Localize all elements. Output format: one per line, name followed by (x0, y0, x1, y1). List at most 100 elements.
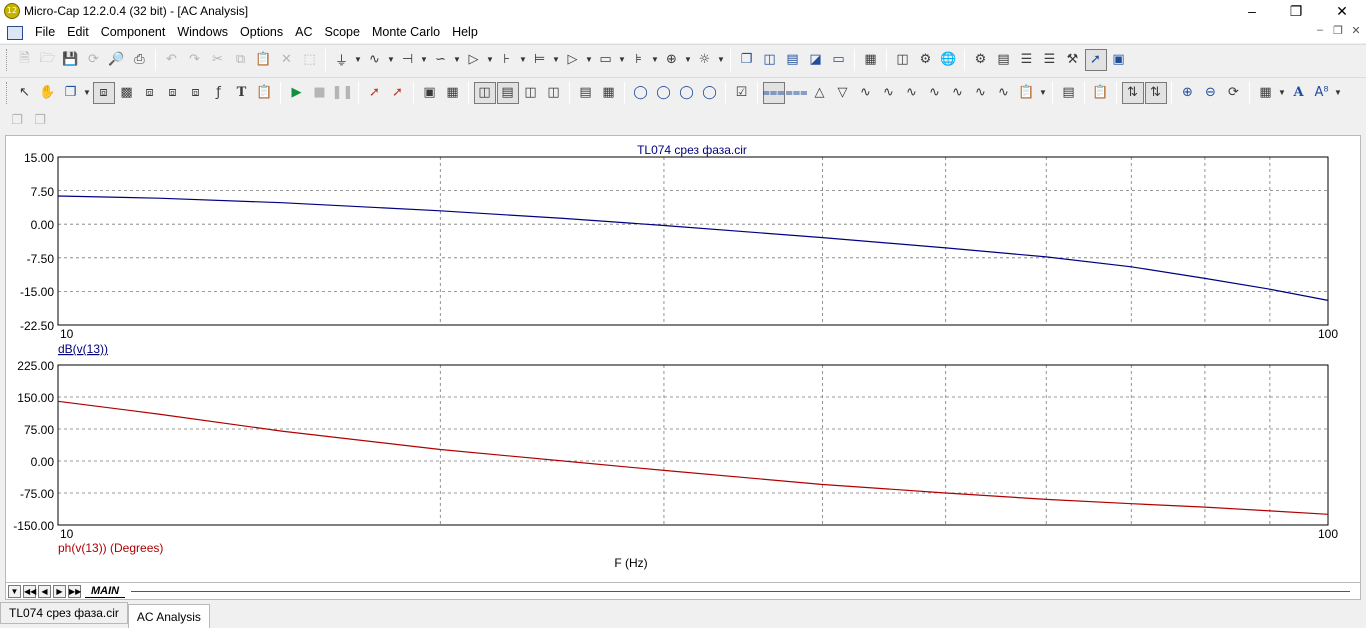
close-button[interactable]: ✕ (1319, 0, 1365, 22)
add-curve-icon[interactable]: ➚ (364, 82, 386, 104)
battery-dropdown-icon[interactable]: ▼ (650, 55, 660, 64)
same-y-scales-icon[interactable]: ◫ (520, 82, 542, 104)
bottom-trace-label[interactable]: ph(v(13)) (Degrees) (58, 541, 163, 555)
cursor-valley-icon[interactable]: ⩶ (785, 82, 807, 104)
vertical-tag-icon[interactable]: ⧈ (185, 82, 207, 104)
menu-options[interactable]: Options (234, 22, 289, 43)
horizontal-axis-icon[interactable]: ▤ (575, 82, 597, 104)
text-style-dropdown-icon[interactable]: ▼ (1333, 88, 1343, 97)
restore-button[interactable]: ❐ (1273, 0, 1319, 22)
menu-scope[interactable]: Scope (319, 22, 366, 43)
menu-ac[interactable]: AC (289, 22, 318, 43)
minor-grid-icon[interactable]: ◫ (473, 81, 496, 104)
state-variables-icon[interactable]: 📋 (1090, 82, 1112, 104)
cursor-slope-icon[interactable]: ∿ (924, 82, 946, 104)
thumbnail-icon[interactable]: ⇅ (1144, 81, 1167, 104)
capacitor-dropdown-icon[interactable]: ▼ (419, 55, 429, 64)
bring-forward-icon[interactable]: ❐ (6, 109, 28, 131)
pulse-source-icon[interactable]: ☼ (694, 49, 716, 71)
grid-icon[interactable]: ▦ (442, 82, 464, 104)
ground-icon[interactable]: ⏚ (331, 49, 353, 71)
properties-icon[interactable]: 📋 (254, 82, 276, 104)
sheet-tab-main[interactable]: MAIN (85, 585, 126, 598)
top-trace-label[interactable]: dB(v(13)) (58, 342, 108, 356)
zoom-in-icon[interactable]: ⊕ (1177, 82, 1199, 104)
new-file-icon[interactable]: 🗎 (14, 49, 36, 71)
mdi-minimize-button[interactable]: – (1311, 24, 1329, 36)
cursor-mode-icon[interactable]: ▩ (116, 82, 138, 104)
split-window-icon[interactable]: ◪ (805, 49, 827, 71)
select-all-icon[interactable]: ⬚ (299, 49, 321, 71)
mdi-restore-button[interactable]: ❐ (1329, 24, 1347, 37)
transistor-icon[interactable]: ⊦ (496, 49, 518, 71)
probe-icon[interactable]: ☑ (731, 82, 753, 104)
inductor-icon[interactable]: ∽ (430, 49, 452, 71)
menu-component[interactable]: Component (95, 22, 172, 43)
tools-icon[interactable]: ⚒ (1062, 49, 1084, 71)
doc-tab-ac-analysis[interactable]: AC Analysis (127, 604, 210, 628)
cascade-windows-icon[interactable]: ❐ (736, 49, 758, 71)
mosfet-icon[interactable]: ⊨ (529, 49, 551, 71)
print-preview-icon[interactable]: 🔎 (106, 49, 128, 71)
zoom-out-icon[interactable]: ⊖ (1200, 82, 1222, 104)
menu-help[interactable]: Help (446, 22, 484, 43)
prev-sheet-button[interactable]: ◀ (38, 584, 51, 598)
mode-dropdown-icon[interactable]: ▼ (82, 88, 92, 97)
next-sheet-button[interactable]: ▶ (53, 584, 66, 598)
horizontal-scrollbar[interactable] (131, 590, 1350, 592)
minimize-button[interactable]: – (1229, 0, 1275, 22)
tile-vertical-icon[interactable]: ◫ (759, 49, 781, 71)
phase-trace-line[interactable] (57, 400, 1329, 515)
toolbar-grip[interactable] (6, 48, 9, 71)
zoom-fit-icon[interactable]: ◯ (630, 82, 652, 104)
horizontal-tag-icon[interactable]: ⧈ (162, 82, 184, 104)
run-icon[interactable]: ▶ (286, 82, 308, 104)
select-mode-icon[interactable]: ↖ (14, 82, 36, 104)
font-icon[interactable]: A (1288, 82, 1310, 104)
performance-tag-icon[interactable]: ƒ (208, 82, 230, 104)
pause-icon[interactable]: ❚❚ (332, 82, 354, 104)
mdi-close-button[interactable]: ✕ (1347, 24, 1365, 37)
tile-plots-icon[interactable]: ▦ (1255, 82, 1277, 104)
macro-dropdown-icon[interactable]: ▼ (617, 55, 627, 64)
globe-icon[interactable]: 🌐 (938, 49, 960, 71)
menu-monte-carlo[interactable]: Monte Carlo (366, 22, 446, 43)
text-style-icon[interactable]: A⁸ (1311, 82, 1333, 104)
tile-horizontal-icon[interactable]: ▤ (782, 49, 804, 71)
baseline-icon[interactable]: ◫ (543, 82, 565, 104)
scale-mode-icon[interactable]: ⧈ (92, 81, 115, 104)
ground-dropdown-icon[interactable]: ▼ (353, 55, 363, 64)
cursor-low-icon[interactable]: ▽ (832, 82, 854, 104)
data-points-icon[interactable]: ▦ (598, 82, 620, 104)
opamp-icon[interactable]: ▷ (562, 49, 584, 71)
cursor-go-to-y-icon[interactable]: ∿ (970, 82, 992, 104)
numeric-output-icon[interactable]: ▤ (1058, 82, 1080, 104)
zoom-x-icon[interactable]: ◯ (653, 82, 675, 104)
transistor-dropdown-icon[interactable]: ▼ (518, 55, 528, 64)
cursor-go-to-x-icon[interactable]: ∿ (947, 82, 969, 104)
undo-icon[interactable]: ↶ (161, 49, 183, 71)
properties-icon[interactable]: ☰ (1016, 49, 1038, 71)
component-editor-icon[interactable]: ⚙ (915, 49, 937, 71)
calculator-icon[interactable]: ▦ (860, 49, 882, 71)
battery-icon[interactable]: ⊧ (628, 49, 650, 71)
paste-icon[interactable]: 📋 (253, 49, 275, 71)
diode-icon[interactable]: ▷ (463, 49, 485, 71)
capacitor-icon[interactable]: ⊣ (397, 49, 419, 71)
numeric-output-icon[interactable]: ▤ (993, 49, 1015, 71)
opamp-dropdown-icon[interactable]: ▼ (584, 55, 594, 64)
mode-menu-icon[interactable]: ❐ (60, 82, 82, 104)
voltage-source-dropdown-icon[interactable]: ▼ (683, 55, 693, 64)
redraw-icon[interactable]: ⟳ (1223, 82, 1245, 104)
save-all-icon[interactable]: ⟳ (83, 49, 105, 71)
tile-plots-dropdown-icon[interactable]: ▼ (1277, 88, 1287, 97)
copy-icon[interactable]: ⧉ (230, 49, 252, 71)
redo-icon[interactable]: ↷ (184, 49, 206, 71)
menu-windows[interactable]: Windows (171, 22, 234, 43)
maximize-window-icon[interactable]: ▭ (828, 49, 850, 71)
align-cursors-icon[interactable]: ⇅ (1121, 81, 1144, 104)
sheet-menu-button[interactable]: ▼ (8, 584, 21, 598)
performance-plot-icon[interactable]: ▣ (1108, 49, 1130, 71)
ac-analysis-plot-area[interactable]: TL074 срез фаза.cir 15.00 7.50 0.00 -7.5… (5, 135, 1361, 583)
resistor-icon[interactable]: ∿ (364, 49, 386, 71)
